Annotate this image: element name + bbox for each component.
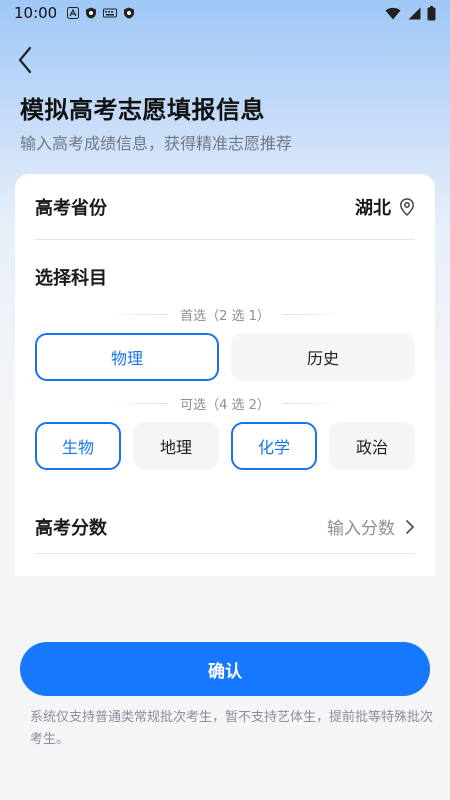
province-row: 高考省份 湖北: [35, 174, 415, 240]
primary-label: 首选（2 选 1）: [180, 308, 270, 324]
score-row[interactable]: 高考分数 输入分数: [35, 500, 415, 554]
score-label: 高考分数: [35, 517, 107, 539]
primary-options: 物理 历史: [35, 333, 415, 381]
subject-option-history[interactable]: 历史: [231, 333, 415, 381]
score-placeholder: 输入分数: [327, 519, 395, 539]
status-icons-right: [385, 5, 436, 21]
divider-line: [108, 402, 169, 404]
page-title: 模拟高考志愿填报信息: [20, 96, 265, 124]
keyboard-icon: [103, 8, 118, 18]
secondary-label: 可选（4 选 2）: [180, 397, 270, 413]
chevron-left-icon: [18, 46, 32, 74]
chevron-right-icon: [406, 519, 414, 534]
status-time: 10:00: [14, 4, 58, 22]
secondary-options: 生物 地理 化学 政治: [35, 422, 415, 470]
primary-divider: 首选（2 选 1）: [35, 304, 415, 324]
a-icon: [67, 7, 80, 19]
shield-icon: [86, 7, 97, 19]
page-subtitle: 输入高考成绩信息，获得精准志愿推荐: [20, 134, 293, 153]
province-label: 高考省份: [35, 197, 107, 219]
notice-text: 系统仅支持普通类常规批次考生，暂不支持艺体生，提前批等特殊批次考生。: [30, 710, 434, 747]
province-selector[interactable]: 湖北: [355, 194, 415, 220]
back-button[interactable]: [14, 44, 38, 76]
status-icons-left: [67, 7, 135, 19]
location-pin-icon: [400, 197, 414, 216]
subject-option-physics[interactable]: 物理: [35, 333, 219, 381]
divider-line: [281, 402, 342, 404]
subjects-title: 选择科目: [35, 268, 107, 289]
status-bar: 10:00: [0, 0, 450, 26]
subject-option-biology[interactable]: 生物: [35, 422, 121, 470]
form-card: 高考省份 湖北 选择科目 首选（2 选 1） 物理 历史 可选（4 选 2） 生…: [15, 174, 435, 576]
subject-option-politics[interactable]: 政治: [329, 422, 415, 470]
confirm-button[interactable]: 确认: [20, 642, 430, 696]
battery-icon: [427, 5, 436, 20]
score-input[interactable]: 输入分数: [327, 514, 415, 539]
divider-line: [108, 313, 169, 315]
subject-option-geography[interactable]: 地理: [133, 422, 219, 470]
shield-icon: [124, 7, 135, 19]
subject-option-chemistry[interactable]: 化学: [231, 422, 317, 470]
secondary-divider: 可选（4 选 2）: [35, 393, 415, 413]
province-value: 湖北: [355, 197, 391, 219]
signal-icon: [408, 7, 421, 19]
divider-line: [281, 313, 342, 315]
wifi-icon: [385, 7, 401, 19]
